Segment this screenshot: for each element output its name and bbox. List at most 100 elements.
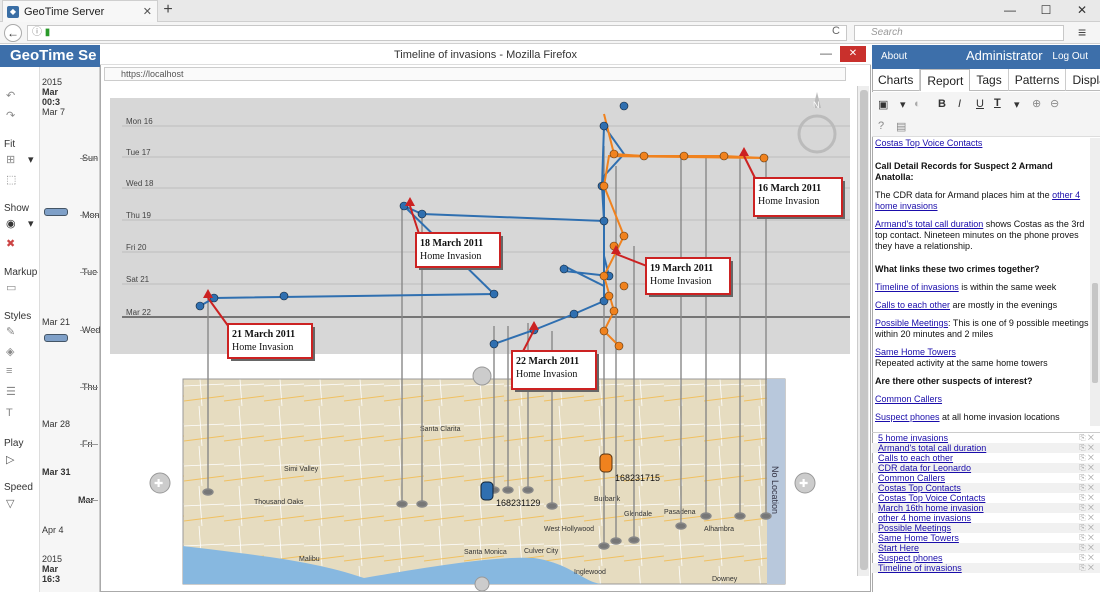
blue-point[interactable] [417,209,427,219]
bookmark-link[interactable]: Start Here [878,543,919,553]
bookmark-row[interactable]: Same Home Towers ⎘ ✕ [872,533,1100,543]
line-weight-icon[interactable]: ☰ [6,385,20,398]
bookmark-row[interactable]: Common Callers ⎘ ✕ [872,473,1100,483]
bookmark-actions-icon[interactable]: ⎘ ✕ [1079,563,1094,573]
blue-point[interactable] [489,289,499,299]
tab-report[interactable]: Report [920,69,971,91]
text-color-dropdown-icon[interactable]: ▾ [1014,98,1020,111]
tab-tags[interactable]: Tags [970,69,1009,91]
pan-left-icon[interactable]: ✚ [149,472,171,494]
bookmark-row[interactable]: Calls to each other ⎘ ✕ [872,453,1100,463]
bookmark-row[interactable]: Possible Meetings ⎘ ✕ [872,523,1100,533]
export-icon[interactable]: ▤ [896,120,906,133]
bold-button[interactable]: B [938,98,946,110]
text-color-button[interactable]: T [994,97,1001,109]
play-icon[interactable]: ▷ [6,453,20,466]
bookmark-actions-icon[interactable]: ⎘ ✕ [1079,503,1094,513]
orange-point[interactable] [614,341,624,351]
redo-icon[interactable]: ↷ [6,109,20,122]
bookmark-actions-icon[interactable]: ⎘ ✕ [1079,483,1094,493]
new-tab-button[interactable]: + [160,1,176,21]
blue-point[interactable] [279,291,289,301]
bookmark-link[interactable]: Costas Top Voice Contacts [878,493,985,503]
blue-point[interactable] [599,216,609,226]
bookmark-link[interactable]: Possible Meetings [878,523,951,533]
orange-point[interactable] [759,153,769,163]
hamburger-menu-icon[interactable]: ≡ [1078,24,1086,40]
window-close-icon[interactable]: ✕ [1064,0,1100,22]
bookmark-link[interactable]: 5 home invasions [878,433,948,443]
report-scrollbar[interactable] [1090,138,1100,426]
popup-scrollbar[interactable] [857,86,869,576]
bookmark-row[interactable]: Armand's total call duration ⎘ ✕ [872,443,1100,453]
palette-icon[interactable]: ◐ [914,98,921,110]
bookmark-link[interactable]: Common Callers [878,473,945,483]
camera-dropdown-icon[interactable]: ▾ [900,98,906,111]
bookmark-actions-icon[interactable]: ⎘ ✕ [1079,553,1094,563]
bookmark-actions-icon[interactable]: ⎘ ✕ [1079,513,1094,523]
orange-point[interactable] [604,291,614,301]
bookmark-link[interactable]: Costas Top Contacts [878,483,961,493]
bookmark-actions-icon[interactable]: ⎘ ✕ [1079,533,1094,543]
blue-point[interactable] [489,339,499,349]
popup-minimize-icon[interactable]: — [816,46,836,62]
select-icon[interactable]: ⬚ [6,173,20,186]
pan-down-icon[interactable] [474,576,490,591]
bookmark-link[interactable]: March 16th home invasion [878,503,984,513]
report-link[interactable]: Costas Top Voice Contacts [875,138,982,148]
camera-icon[interactable]: ▣ [878,98,888,111]
address-bar[interactable]: ⓘ ▮ [27,25,847,41]
zoom-out-icon[interactable]: ⊖ [1050,97,1059,110]
bookmark-link[interactable]: Timeline of invasions [878,563,962,573]
blue-point[interactable] [619,101,629,111]
bookmark-row[interactable]: Costas Top Voice Contacts ⎘ ✕ [872,493,1100,503]
bookmark-link[interactable]: Calls to each other [878,453,953,463]
reload-icon[interactable]: C [832,25,840,37]
pan-right-icon[interactable]: ✚ [794,472,816,494]
bookmark-actions-icon[interactable]: ⎘ ✕ [1079,433,1094,443]
orange-point[interactable] [639,151,649,161]
bookmark-link[interactable]: Armand's total call duration [878,443,986,453]
report-link[interactable]: Armand's total call duration [875,219,983,229]
time-ruler[interactable]: 2015 Mar 00:3 Mar 7 Sun Mon Tue Mar 21 W… [40,67,100,592]
orange-point[interactable] [599,271,609,281]
bookmark-link[interactable]: CDR data for Leonardo [878,463,971,473]
about-link[interactable]: About [881,51,907,62]
orange-point[interactable] [619,231,629,241]
text-style-icon[interactable]: T [6,407,20,419]
bookmark-link[interactable]: Same Home Towers [878,533,959,543]
tab-close-icon[interactable]: ✕ [143,5,152,18]
browser-tab[interactable]: ◆ GeoTime Server ✕ [2,0,158,22]
pan-up-icon[interactable] [472,366,492,386]
bookmark-actions-icon[interactable]: ⎘ ✕ [1079,453,1094,463]
search-input[interactable]: Search [854,25,1064,41]
logout-link[interactable]: Log Out [1052,51,1088,62]
bookmark-actions-icon[interactable]: ⎘ ✕ [1079,473,1094,483]
bookmark-actions-icon[interactable]: ⎘ ✕ [1079,543,1094,553]
italic-button[interactable]: I [958,98,961,110]
ruler-range-handle[interactable] [44,208,68,216]
fill-icon[interactable]: ◈ [6,345,20,358]
underline-button[interactable]: U [976,98,984,110]
undo-icon[interactable]: ↶ [6,89,20,102]
ruler-range-handle[interactable] [44,334,68,342]
popup-close-icon[interactable]: ✕ [840,46,866,62]
report-link[interactable]: Suspect phones [875,412,940,422]
comment-icon[interactable]: ▭ [6,281,20,294]
line-style-icon[interactable]: ≡ [6,365,20,377]
hide-icon[interactable]: ✖ [6,237,20,250]
bookmark-actions-icon[interactable]: ⎘ ✕ [1079,523,1094,533]
orange-point[interactable] [619,281,629,291]
orange-point[interactable] [599,326,609,336]
report-link[interactable]: Possible Meetings [875,318,948,328]
report-link[interactable]: Calls to each other [875,300,950,310]
report-link[interactable]: Same Home Towers [875,347,956,357]
bookmark-row[interactable]: CDR data for Leonardo ⎘ ✕ [872,463,1100,473]
orange-point[interactable] [609,149,619,159]
bookmark-link[interactable]: Suspect phones [878,553,943,563]
bookmark-row[interactable]: Timeline of invasions ⎘ ✕ [872,563,1100,573]
bookmark-row[interactable]: Costas Top Contacts ⎘ ✕ [872,483,1100,493]
orange-point[interactable] [609,306,619,316]
eye-icon[interactable]: ◉ [6,217,20,230]
tab-display[interactable]: Display [1066,69,1100,91]
